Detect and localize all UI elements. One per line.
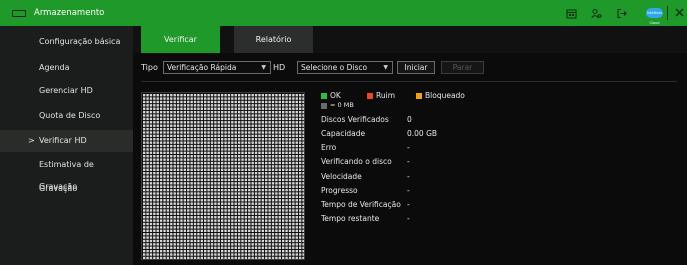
divider xyxy=(141,81,677,82)
legend-bad-swatch xyxy=(367,93,373,99)
info-label: Velocidade xyxy=(321,172,362,181)
sidebar: Configuração básica Agenda Gerenciar HD … xyxy=(0,26,133,265)
close-icon[interactable] xyxy=(674,7,685,18)
sidebar-item-label: Configuração básica xyxy=(39,37,121,46)
tab-verificar[interactable]: Verificar xyxy=(141,26,220,53)
legend-blocked-label: Bloqueado xyxy=(425,91,465,100)
titlebar-divider xyxy=(667,6,668,20)
cloud-icon[interactable]: Intelbras Cloud xyxy=(646,8,663,25)
info-value: - xyxy=(407,214,410,223)
logout-icon[interactable] xyxy=(616,8,627,19)
storage-icon xyxy=(12,10,26,17)
info-label: Discos Verificados xyxy=(321,115,389,124)
hd-select[interactable]: Selecione o Disco ▼ xyxy=(297,61,393,74)
sidebar-item-gravacao[interactable]: Gravação xyxy=(0,178,133,200)
legend-ok-swatch xyxy=(321,93,327,99)
sidebar-item-label: Quota de Disco xyxy=(39,111,101,120)
tipo-select[interactable]: Verificação Rápida ▼ xyxy=(163,61,271,74)
sidebar-item-label: Gerenciar HD xyxy=(39,86,93,95)
info-value: - xyxy=(407,186,410,195)
info-value: - xyxy=(407,200,410,209)
legend-bad-label: Ruim xyxy=(376,91,396,100)
info-label: Tempo de Verificação xyxy=(321,200,401,209)
chevron-down-icon: ▼ xyxy=(383,64,388,71)
tipo-label: Tipo xyxy=(141,63,158,72)
tab-bar: Verificar Relatório xyxy=(133,26,687,53)
title-bar: Armazenamento Intelbras Cloud xyxy=(0,0,687,26)
sidebar-item-configuracao-basica[interactable]: Configuração básica xyxy=(0,31,133,53)
start-button[interactable]: Iniciar xyxy=(397,61,435,74)
info-value: 0 xyxy=(407,115,412,124)
legend-unit-swatch xyxy=(321,103,327,109)
info-label: Capacidade xyxy=(321,129,366,138)
user-settings-icon[interactable] xyxy=(591,8,602,19)
stop-button[interactable]: Parar xyxy=(441,61,484,74)
info-value: - xyxy=(407,143,410,152)
window-title: Armazenamento xyxy=(34,8,105,18)
hd-select-value: Selecione o Disco xyxy=(301,63,368,72)
tipo-select-value: Verificação Rápida xyxy=(167,63,237,72)
legend-blocked-swatch xyxy=(416,93,422,99)
sidebar-item-label: Gravação xyxy=(39,184,78,193)
sidebar-item-estimativa-de-gravacao[interactable]: Estimativa de Gravação xyxy=(0,154,133,191)
info-value: - xyxy=(407,172,410,181)
chevron-down-icon: ▼ xyxy=(261,64,266,71)
hd-label: HD xyxy=(273,63,286,72)
sidebar-item-label: Verificar HD xyxy=(39,136,87,145)
sidebar-item-gerenciar-hd[interactable]: Gerenciar HD xyxy=(0,80,133,102)
info-value: 0.00 GB xyxy=(407,129,438,138)
info-label: Progresso xyxy=(321,186,358,195)
info-label: Verificando o disco xyxy=(321,157,392,166)
sidebar-item-quota-de-disco[interactable]: Quota de Disco xyxy=(0,105,133,127)
info-value: - xyxy=(407,157,410,166)
calendar-icon[interactable] xyxy=(566,8,577,19)
legend-unit-label: = 0 MB xyxy=(330,101,354,109)
sidebar-item-label: Agenda xyxy=(39,63,70,72)
tab-relatorio[interactable]: Relatório xyxy=(234,26,313,53)
disk-sector-grid xyxy=(141,92,305,260)
info-label: Erro xyxy=(321,143,337,152)
info-label: Tempo restante xyxy=(321,214,380,223)
chevron-right-icon: > xyxy=(28,136,35,145)
sidebar-item-agenda[interactable]: Agenda xyxy=(0,57,133,79)
sidebar-item-verificar-hd[interactable]: > Verificar HD xyxy=(0,130,133,152)
main-panel: Verificar Relatório Tipo Verificação Ráp… xyxy=(133,26,687,265)
legend-ok-label: OK xyxy=(330,91,341,100)
